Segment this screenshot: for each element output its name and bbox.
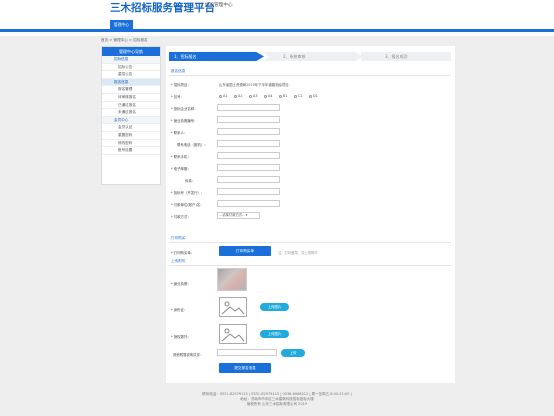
package-label: * 包号： bbox=[171, 95, 184, 99]
payer-input[interactable] bbox=[217, 200, 280, 207]
section-divider bbox=[169, 265, 451, 266]
other-file-upload-button[interactable]: 上传 bbox=[281, 349, 305, 357]
bidder-no-input[interactable] bbox=[217, 188, 280, 195]
sidebar-item[interactable]: 账号设置 bbox=[102, 147, 160, 155]
payer-label: * 付款单位(账户)名： bbox=[171, 203, 204, 207]
radio-circle-icon bbox=[294, 94, 297, 98]
print-order-button[interactable]: 打印购买单 bbox=[219, 246, 271, 256]
license-label: * 营业执照编号： bbox=[171, 119, 198, 123]
radio-circle-icon bbox=[219, 94, 222, 98]
step-review: 2、系统审核 bbox=[263, 52, 363, 61]
payment-method-value: --请择付款方式-- bbox=[220, 213, 245, 217]
print-order-label: * 打印购买单： bbox=[171, 251, 195, 255]
sidebar-item: 会员中心 bbox=[102, 116, 160, 125]
package-radio[interactable]: D1 bbox=[309, 94, 318, 98]
sidebar-item[interactable]: 待审核报名 bbox=[102, 94, 160, 102]
sidebar-item[interactable]: 会员认证 bbox=[102, 124, 160, 132]
auth-upload-button[interactable]: 上传图片 bbox=[260, 330, 289, 338]
site-logo[interactable]: 三木招标服务管理平台 bbox=[110, 0, 215, 15]
package-radio[interactable]: A2 bbox=[234, 94, 242, 98]
sidebar-item[interactable]: 重招公告 bbox=[102, 71, 160, 79]
package-radio[interactable]: C1 bbox=[294, 94, 303, 98]
sidebar: 管理中心导航 招标信息 招标公告 重招公告 报名信息 报名管理 待审核报名 已通过报名 未通过… bbox=[101, 46, 161, 185]
package-radio-label: D1 bbox=[313, 94, 318, 98]
package-radio-label: A1 bbox=[223, 94, 228, 98]
mobile-input[interactable] bbox=[217, 152, 280, 159]
radio-circle-icon bbox=[309, 94, 312, 98]
package-radio-label: A2 bbox=[238, 94, 243, 98]
step-signup: 1、招标报名 bbox=[169, 52, 264, 61]
sidebar-item[interactable]: 报名管理 bbox=[102, 86, 160, 94]
package-radio-label: A4 bbox=[268, 94, 273, 98]
sidebar-title: 管理中心导航 bbox=[102, 47, 160, 56]
sidebar-item[interactable]: 修改密码 bbox=[102, 140, 160, 148]
license-input[interactable] bbox=[217, 116, 280, 123]
footer-copyright: 版权所有 山东三木招标有限公司 2019 bbox=[246, 402, 308, 406]
project-label: * 招标项目： bbox=[171, 83, 191, 87]
footer: 联系电话：0531-82979115 | 0531-82979115 | 053… bbox=[0, 392, 554, 407]
mobile-label: * 联系手机： bbox=[171, 155, 191, 159]
nav-tab-manage-center[interactable]: 管理中心 bbox=[110, 20, 133, 29]
radio-circle-icon bbox=[279, 94, 282, 98]
company-input[interactable] bbox=[217, 104, 280, 111]
section-divider bbox=[169, 75, 451, 76]
auth-upload-label: * 授权委托： bbox=[171, 335, 191, 339]
nav-bar bbox=[0, 29, 554, 32]
section-divider bbox=[169, 242, 451, 243]
section-title-info: 报名信息 bbox=[171, 69, 186, 73]
radio-circle-icon bbox=[234, 94, 237, 98]
contact-person-input[interactable] bbox=[217, 128, 280, 135]
sidebar-item: 招标信息 bbox=[102, 56, 160, 64]
phone-input[interactable] bbox=[217, 140, 280, 147]
id-upload-label: * 身份证： bbox=[171, 308, 188, 312]
other-file-input[interactable] bbox=[217, 349, 277, 356]
section-title-pay: 打印购买 bbox=[171, 236, 186, 240]
legal-label: * 联系人： bbox=[171, 131, 188, 135]
package-radio[interactable]: B1 bbox=[279, 94, 287, 98]
package-radio[interactable]: A3 bbox=[249, 94, 257, 98]
sidebar-item[interactable]: 报名信息 bbox=[102, 78, 160, 87]
breadcrumb: 首页 > 管理中心 > 招标报名 bbox=[101, 38, 148, 42]
company-label: * 投标企业名称： bbox=[171, 107, 198, 111]
package-radio[interactable]: A4 bbox=[264, 94, 272, 98]
radio-circle-icon bbox=[264, 94, 267, 98]
email-input[interactable] bbox=[217, 164, 280, 171]
payment-method-select[interactable]: --请择付款方式-- ▾ bbox=[217, 212, 260, 219]
package-radio-label: C1 bbox=[298, 94, 303, 98]
fax-label: 传真： bbox=[185, 179, 196, 183]
image-placeholder-icon bbox=[219, 297, 247, 317]
license-upload-label: * 营业执照： bbox=[171, 282, 191, 286]
other-file-label: 其他附属说明文件： bbox=[173, 353, 204, 357]
step-success: 3、报名成功 bbox=[361, 52, 451, 61]
sidebar-item[interactable]: 招标公告 bbox=[102, 64, 160, 72]
image-placeholder-icon bbox=[219, 324, 247, 344]
email-label: * 电子邮箱： bbox=[171, 167, 191, 171]
package-radio-label: B1 bbox=[283, 94, 288, 98]
project-value: 山东省国土资源局2019年下半年道路测绘项目 bbox=[219, 83, 289, 87]
print-order-hint: 注：打印盖章，并上传附件 bbox=[278, 251, 318, 255]
license-photo-thumbnail bbox=[217, 268, 247, 291]
section-title-upload: 上传附件 bbox=[171, 259, 186, 263]
fax-input[interactable] bbox=[217, 176, 280, 183]
payment-method-label: * 付款方式： bbox=[171, 215, 191, 219]
radio-circle-icon bbox=[249, 94, 252, 98]
step-progress: 1、招标报名 2、系统审核 3、报名成功 bbox=[169, 52, 451, 61]
sidebar-item[interactable]: 已通过报名 bbox=[102, 102, 160, 110]
header-subtitle: | 招投管理中心 bbox=[202, 3, 233, 8]
bidder-no-label: * 投标号（开发行）： bbox=[171, 191, 205, 195]
sidebar-item[interactable]: 未通过报名 bbox=[102, 109, 160, 117]
submit-button[interactable]: 提交报名信息 bbox=[219, 363, 271, 373]
phone-label: 联系电话（座机）： bbox=[177, 143, 208, 147]
sidebar-item[interactable]: 重置密码 bbox=[102, 132, 160, 140]
package-radio-label: A3 bbox=[253, 94, 258, 98]
id-upload-button[interactable]: 上传图片 bbox=[260, 303, 289, 311]
package-radio[interactable]: A1 bbox=[219, 94, 227, 98]
